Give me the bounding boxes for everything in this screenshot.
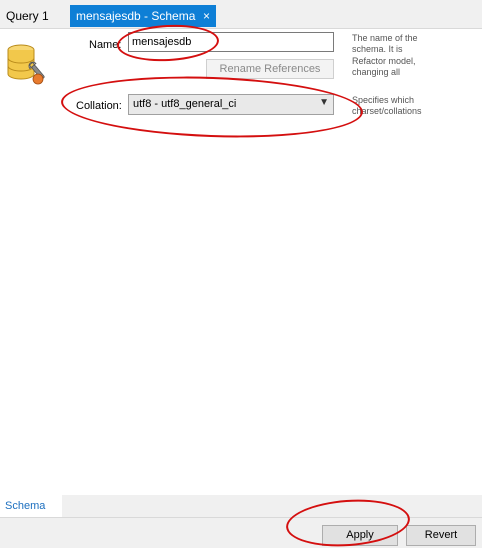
name-hint-line-1: The name of the: [352, 33, 418, 43]
annotation-ellipse-name: [116, 22, 220, 64]
name-hint-line-2: schema. It is: [352, 44, 403, 54]
name-hint: The name of the schema. It is: [352, 33, 482, 55]
annotation-ellipse-collation: [60, 71, 364, 143]
tab-schema-label: mensajesdb - Schema: [76, 9, 196, 23]
refactor-hint-line-1: Refactor model,: [352, 56, 416, 66]
refactor-hint: Refactor model, changing all: [352, 56, 482, 78]
collation-hint-line-1: Specifies which: [352, 95, 415, 105]
bottom-tab-bar: Schema: [0, 495, 482, 517]
collation-hint-line-2: charset/collations: [352, 106, 422, 116]
collation-hint: Specifies which charset/collations: [352, 95, 482, 117]
tab-schema[interactable]: mensajesdb - Schema ×: [70, 5, 216, 27]
tab-schema-bottom-label: Schema: [5, 500, 46, 512]
footer-bar: Apply Revert: [0, 517, 482, 548]
tab-query-1-label: Query 1: [6, 9, 49, 23]
tab-schema-bottom[interactable]: Schema: [0, 495, 62, 517]
rename-references-button[interactable]: Rename References: [206, 59, 334, 79]
tab-query-1[interactable]: Query 1: [0, 5, 68, 27]
database-wrench-icon: [7, 44, 45, 85]
close-icon[interactable]: ×: [203, 5, 210, 27]
refactor-hint-line-2: changing all: [352, 67, 401, 77]
editor-tab-bar: Query 1 mensajesdb - Schema ×: [0, 0, 482, 29]
schema-editor-panel: Name: Rename References Collation: utf8 …: [0, 22, 482, 495]
revert-button[interactable]: Revert: [406, 525, 476, 546]
